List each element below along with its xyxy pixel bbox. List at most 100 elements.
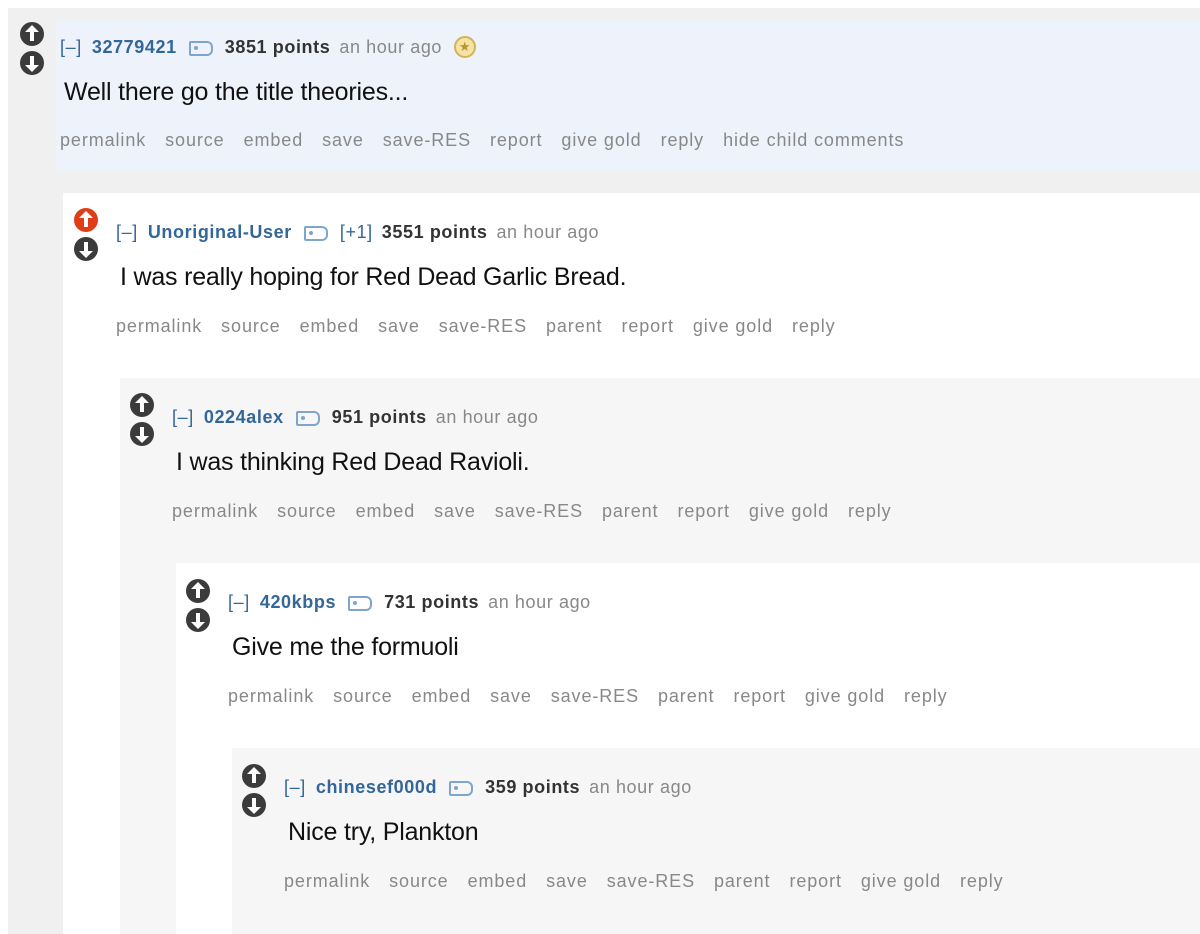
embed-button[interactable]: embed bbox=[244, 130, 304, 151]
comment: [–] chinesef000d 359 points an hour ago … bbox=[232, 748, 1200, 934]
comment-buttons: permalink source embed save save-RES parent re… bbox=[284, 871, 1023, 892]
comment-body: I was thinking Red Dead Ravioli. bbox=[176, 448, 530, 476]
save-button[interactable]: save bbox=[378, 316, 420, 337]
source-button[interactable]: source bbox=[333, 686, 392, 707]
upvote-arrow-icon[interactable] bbox=[186, 579, 210, 603]
report-button[interactable]: report bbox=[733, 686, 785, 707]
user-tag-icon[interactable] bbox=[348, 596, 373, 611]
reply-button[interactable]: reply bbox=[661, 130, 705, 151]
source-button[interactable]: source bbox=[221, 316, 280, 337]
parent-button[interactable]: parent bbox=[546, 316, 602, 337]
comment-tagline: [–] chinesef000d 359 points an hour ago bbox=[284, 777, 692, 798]
save-button[interactable]: save bbox=[546, 871, 588, 892]
comment-buttons: permalink source embed save save-RES report gi… bbox=[60, 130, 923, 151]
comment-tagline: [–] 420kbps 731 points an hour ago bbox=[228, 592, 591, 613]
author-link[interactable]: 420kbps bbox=[260, 592, 336, 613]
permalink-button[interactable]: permalink bbox=[60, 130, 146, 151]
downvote-arrow-icon[interactable] bbox=[186, 608, 210, 632]
save-res-button[interactable]: save-RES bbox=[607, 871, 695, 892]
give-gold-button[interactable]: give gold bbox=[861, 871, 941, 892]
collapse-toggle[interactable]: [–] bbox=[172, 407, 194, 428]
upvote-arrow-icon[interactable] bbox=[242, 764, 266, 788]
report-button[interactable]: report bbox=[677, 501, 729, 522]
report-button[interactable]: report bbox=[490, 130, 542, 151]
save-button[interactable]: save bbox=[490, 686, 532, 707]
reply-button[interactable]: reply bbox=[792, 316, 836, 337]
downvote-arrow-icon[interactable] bbox=[130, 422, 154, 446]
save-res-button[interactable]: save-RES bbox=[495, 501, 583, 522]
timestamp[interactable]: an hour ago bbox=[436, 407, 539, 428]
permalink-button[interactable]: permalink bbox=[284, 871, 370, 892]
parent-button[interactable]: parent bbox=[714, 871, 770, 892]
collapse-toggle[interactable]: [–] bbox=[228, 592, 250, 613]
vote-weight: [+1] bbox=[339, 222, 373, 242]
author-link[interactable]: chinesef000d bbox=[316, 777, 437, 798]
comment-body: Well there go the title theories... bbox=[64, 78, 409, 106]
source-button[interactable]: source bbox=[389, 871, 448, 892]
comment-body: Nice try, Plankton bbox=[288, 818, 479, 846]
save-button[interactable]: save bbox=[434, 501, 476, 522]
comment-thread: [–] 32779421 3851 points an hour ago ★ W… bbox=[0, 0, 1200, 934]
collapse-toggle[interactable]: [–] bbox=[60, 37, 82, 58]
timestamp[interactable]: an hour ago bbox=[339, 37, 442, 58]
embed-button[interactable]: embed bbox=[412, 686, 472, 707]
permalink-button[interactable]: permalink bbox=[116, 316, 202, 337]
upvote-arrow-icon[interactable] bbox=[74, 208, 98, 232]
comment-body: I was really hoping for Red Dead Garlic … bbox=[120, 263, 627, 291]
give-gold-button[interactable]: give gold bbox=[749, 501, 829, 522]
comment-buttons: permalink source embed save save-RES parent re… bbox=[172, 501, 911, 522]
upvote-arrow-icon[interactable] bbox=[20, 22, 44, 46]
vote-arrows bbox=[20, 22, 46, 80]
score: 359 points bbox=[485, 777, 581, 797]
downvote-arrow-icon[interactable] bbox=[74, 237, 98, 261]
user-tag-icon[interactable] bbox=[303, 226, 328, 241]
parent-button[interactable]: parent bbox=[658, 686, 714, 707]
upvote-arrow-icon[interactable] bbox=[130, 393, 154, 417]
report-button[interactable]: report bbox=[621, 316, 673, 337]
comment-body: Give me the formuoli bbox=[232, 633, 459, 661]
timestamp[interactable]: an hour ago bbox=[589, 777, 692, 798]
give-gold-button[interactable]: give gold bbox=[693, 316, 773, 337]
collapse-toggle[interactable]: [–] bbox=[116, 222, 138, 243]
give-gold-button[interactable]: give gold bbox=[561, 130, 641, 151]
permalink-button[interactable]: permalink bbox=[228, 686, 314, 707]
downvote-arrow-icon[interactable] bbox=[20, 51, 44, 75]
vote-arrows bbox=[242, 764, 268, 822]
save-button[interactable]: save bbox=[322, 130, 364, 151]
reply-button[interactable]: reply bbox=[904, 686, 948, 707]
report-button[interactable]: report bbox=[789, 871, 841, 892]
user-tag-icon[interactable] bbox=[188, 40, 213, 56]
author-link[interactable]: 0224alex bbox=[204, 407, 284, 428]
downvote-arrow-icon[interactable] bbox=[242, 793, 266, 817]
author-link[interactable]: Unoriginal-User bbox=[148, 222, 292, 243]
source-button[interactable]: source bbox=[165, 130, 224, 151]
save-res-button[interactable]: save-RES bbox=[551, 686, 639, 707]
comment-tagline: [–] Unoriginal-User [+1] 3551 points an … bbox=[116, 222, 599, 243]
hide-child-comments-button[interactable]: hide child comments bbox=[723, 130, 904, 151]
embed-button[interactable]: embed bbox=[468, 871, 528, 892]
user-tag-icon[interactable] bbox=[449, 781, 474, 796]
gold-star-icon: ★ bbox=[454, 36, 477, 58]
save-res-button[interactable]: save-RES bbox=[439, 316, 527, 337]
comment-buttons: permalink source embed save save-RES parent re… bbox=[228, 686, 967, 707]
parent-button[interactable]: parent bbox=[602, 501, 658, 522]
permalink-button[interactable]: permalink bbox=[172, 501, 258, 522]
comment-tagline: [–] 32779421 3851 points an hour ago ★ bbox=[60, 36, 477, 58]
reply-button[interactable]: reply bbox=[848, 501, 892, 522]
timestamp[interactable]: an hour ago bbox=[496, 222, 599, 243]
comment-tagline: [–] 0224alex 951 points an hour ago bbox=[172, 407, 538, 428]
author-link[interactable]: 32779421 bbox=[92, 37, 177, 58]
collapse-toggle[interactable]: [–] bbox=[284, 777, 306, 798]
score: 3551 points bbox=[381, 222, 488, 242]
score: 3851 points bbox=[224, 36, 331, 57]
embed-button[interactable]: embed bbox=[300, 316, 360, 337]
user-tag-icon[interactable] bbox=[295, 411, 320, 426]
reply-button[interactable]: reply bbox=[960, 871, 1004, 892]
source-button[interactable]: source bbox=[277, 501, 336, 522]
give-gold-button[interactable]: give gold bbox=[805, 686, 885, 707]
vote-arrows bbox=[74, 208, 100, 266]
save-res-button[interactable]: save-RES bbox=[383, 130, 471, 151]
timestamp[interactable]: an hour ago bbox=[488, 592, 591, 613]
comment-buttons: permalink source embed save save-RES parent re… bbox=[116, 316, 855, 337]
embed-button[interactable]: embed bbox=[356, 501, 416, 522]
